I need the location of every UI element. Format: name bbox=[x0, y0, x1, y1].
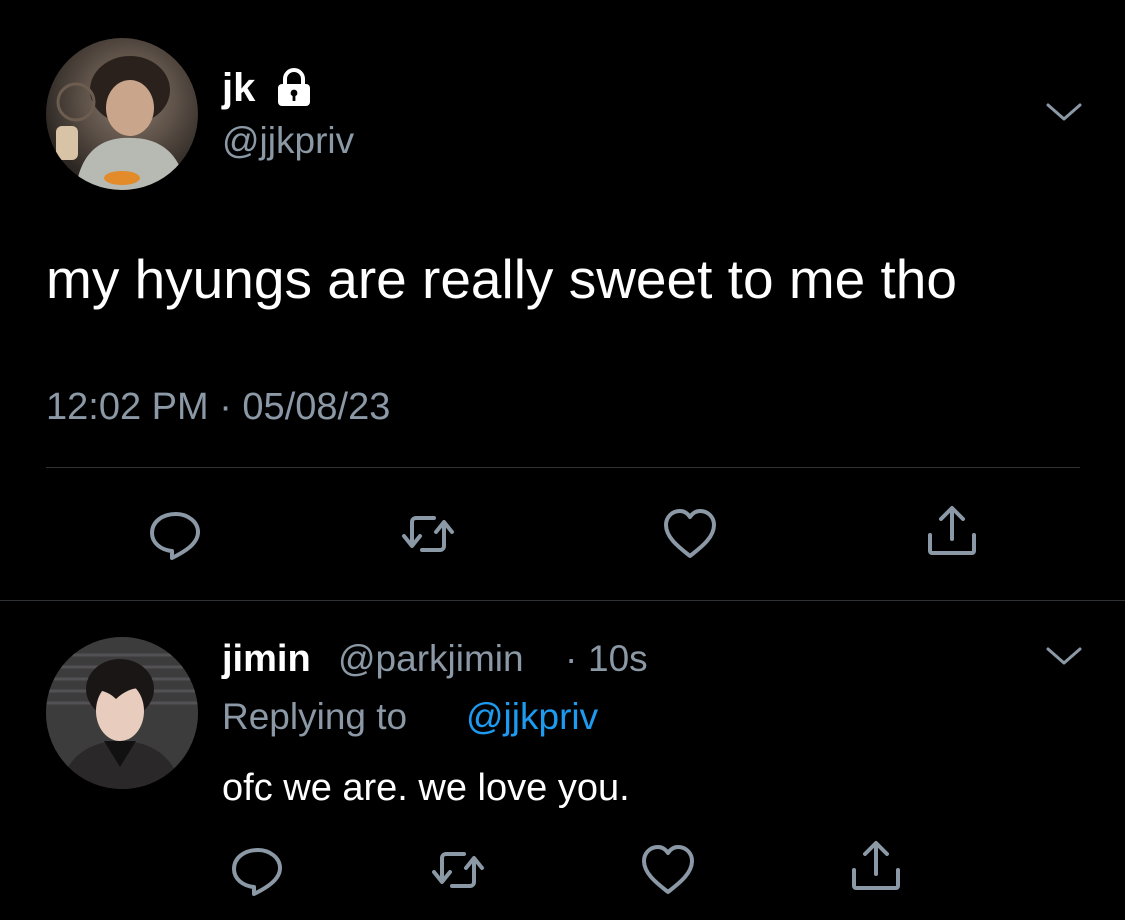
tweet-timestamp[interactable]: 12:02 PM · 05/08/23 bbox=[46, 384, 390, 430]
reply-text: ofc we are. we love you. bbox=[222, 767, 630, 809]
like-icon[interactable] bbox=[638, 842, 698, 898]
tweet-text: my hyungs are really sweet to me tho bbox=[46, 248, 957, 310]
author-handle[interactable]: @jjkpriv bbox=[222, 118, 354, 164]
replying-to-mention[interactable]: @jjkpriv bbox=[466, 694, 598, 740]
jimin-avatar[interactable] bbox=[46, 637, 198, 789]
lock-icon bbox=[272, 67, 316, 107]
jk-avatar[interactable] bbox=[46, 38, 198, 190]
reply-time[interactable]: 10s bbox=[588, 636, 648, 682]
chevron-down-icon[interactable] bbox=[1044, 100, 1084, 124]
reply-icon[interactable] bbox=[146, 506, 206, 562]
divider bbox=[46, 467, 1080, 468]
like-icon[interactable] bbox=[660, 506, 720, 562]
reply-icon[interactable] bbox=[228, 842, 288, 898]
reply-meta-separator: · bbox=[565, 638, 578, 679]
share-icon[interactable] bbox=[922, 503, 982, 559]
share-icon[interactable] bbox=[846, 838, 906, 894]
tweet-separator bbox=[0, 600, 1125, 601]
retweet-icon[interactable] bbox=[428, 842, 488, 898]
reply-author-handle[interactable]: @parkjimin bbox=[338, 636, 524, 682]
reply-author-display-name[interactable]: jimin bbox=[222, 636, 311, 682]
replying-to-label: Replying to bbox=[222, 696, 408, 737]
chevron-down-icon[interactable] bbox=[1044, 644, 1084, 668]
retweet-icon[interactable] bbox=[398, 506, 458, 562]
author-display-name[interactable]: jk bbox=[222, 64, 255, 112]
